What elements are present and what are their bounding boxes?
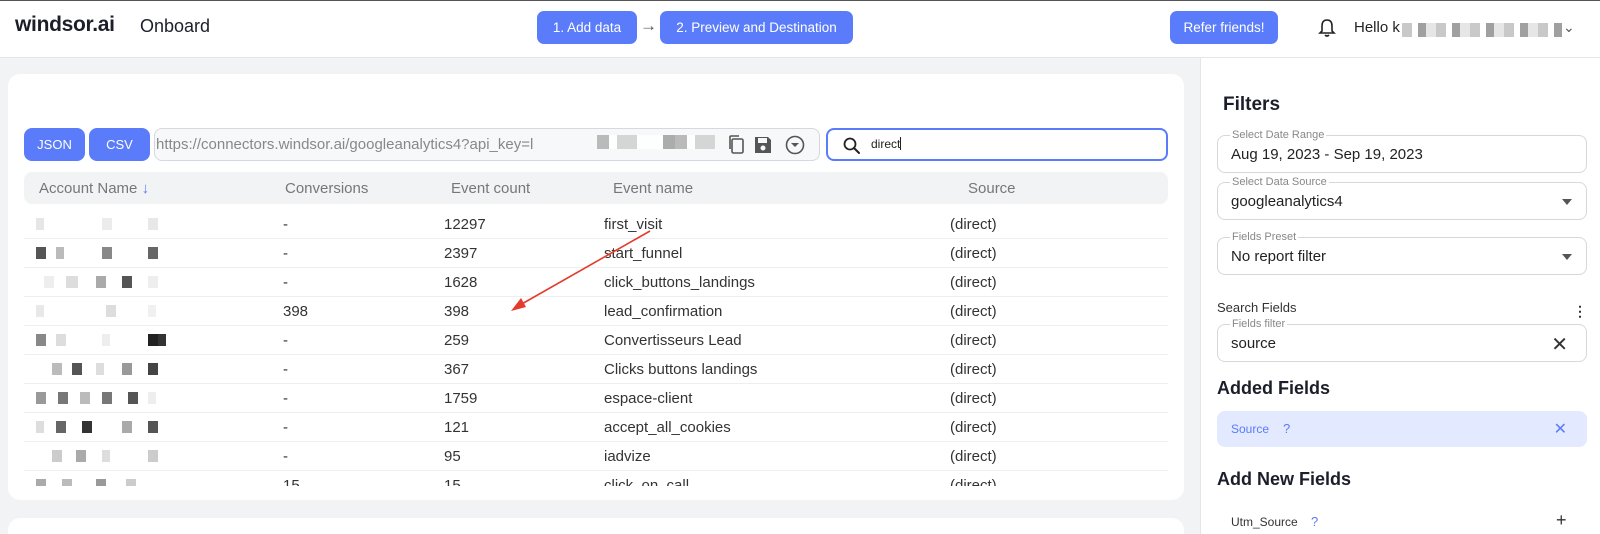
redacted-account-name bbox=[36, 218, 176, 230]
cell-event-count: 95 bbox=[444, 448, 461, 465]
added-fields-title: Added Fields bbox=[1217, 378, 1331, 398]
table-row: - 1759 espace-client (direct) bbox=[24, 384, 1168, 413]
cell-source: (direct) bbox=[950, 245, 997, 262]
cell-event-count: 121 bbox=[444, 419, 470, 436]
redacted-account-name bbox=[36, 450, 176, 462]
cell-event-count: 12297 bbox=[444, 216, 486, 233]
redacted-account-name bbox=[36, 276, 176, 288]
cell-event-name: start_funnel bbox=[604, 245, 683, 262]
cell-event-count: 2397 bbox=[444, 245, 478, 262]
cell-conversions: - bbox=[283, 274, 288, 291]
redacted-account-name bbox=[36, 247, 176, 259]
cell-event-name: click_on_call bbox=[604, 477, 690, 486]
table-row: - 2397 start_funnel (direct) bbox=[24, 239, 1168, 268]
table-row: 15 15 click_on_call (direct) bbox=[24, 471, 1168, 486]
cell-source: (direct) bbox=[950, 419, 997, 436]
redacted-account-name bbox=[36, 363, 176, 375]
cell-conversions: - bbox=[283, 390, 288, 407]
cell-event-count: 1628 bbox=[444, 274, 478, 291]
data-source-select[interactable]: Select Data Source googleanalytics4 bbox=[1217, 176, 1587, 220]
cell-event-name: first_visit bbox=[604, 216, 663, 233]
table-row: - 121 accept_all_cookies (direct) bbox=[24, 413, 1168, 442]
cell-source: (direct) bbox=[950, 332, 997, 349]
dropdown-arrow-icon bbox=[1562, 199, 1572, 205]
help-icon[interactable]: ? bbox=[1311, 514, 1318, 529]
cell-event-name: Convertisseurs Lead bbox=[604, 332, 742, 349]
destination-card bbox=[8, 518, 1184, 534]
data-source-label: Select Data Source bbox=[1230, 176, 1329, 188]
add-new-fields-title: Add New Fields bbox=[1217, 469, 1352, 489]
cell-source: (direct) bbox=[950, 448, 997, 465]
cell-event-count: 15 bbox=[444, 477, 461, 486]
redacted-account-name bbox=[36, 305, 176, 317]
table-row: - 12297 first_visit (direct) bbox=[24, 210, 1168, 239]
cell-conversions: 15 bbox=[283, 477, 300, 486]
cell-event-count: 398 bbox=[444, 303, 470, 320]
cell-event-count: 259 bbox=[444, 332, 470, 349]
cell-conversions: - bbox=[283, 419, 288, 436]
table-row: 398 398 lead_confirmation (direct) bbox=[24, 297, 1168, 326]
cell-event-name: click_buttons_landings bbox=[604, 274, 755, 291]
cell-event-name: iadvize bbox=[604, 448, 651, 465]
fields-preset-value: No report filter bbox=[1231, 248, 1327, 265]
redacted-account-name bbox=[36, 479, 176, 486]
table-row: - 259 Convertisseurs Lead (direct) bbox=[24, 326, 1168, 355]
filters-title: Filters bbox=[1223, 94, 1281, 115]
redacted-account-name bbox=[36, 421, 176, 433]
dropdown-arrow-icon bbox=[1562, 254, 1572, 260]
cell-event-name: accept_all_cookies bbox=[604, 419, 731, 436]
cell-conversions: - bbox=[283, 448, 288, 465]
cell-source: (direct) bbox=[950, 274, 997, 291]
added-field-label: Source bbox=[1231, 422, 1270, 436]
table-row: - 367 Clicks buttons landings (direct) bbox=[24, 355, 1168, 384]
cell-source: (direct) bbox=[950, 390, 997, 407]
cell-event-count: 367 bbox=[444, 361, 470, 378]
cell-event-count: 1759 bbox=[444, 390, 478, 407]
fields-filter-label: Fields filter bbox=[1230, 318, 1288, 330]
table-row: - 95 iadvize (direct) bbox=[24, 442, 1168, 471]
redacted-account-name bbox=[36, 392, 176, 404]
cell-source: (direct) bbox=[950, 477, 997, 486]
help-icon[interactable]: ? bbox=[1283, 421, 1290, 436]
fields-preset-select[interactable]: Fields Preset No report filter bbox=[1217, 231, 1587, 275]
new-field-label: Utm_Source bbox=[1231, 515, 1298, 529]
cell-source: (direct) bbox=[950, 303, 997, 320]
date-range-field[interactable]: Select Date Range Aug 19, 2023 - Sep 19,… bbox=[1217, 129, 1587, 173]
redacted-account-name bbox=[36, 334, 176, 346]
cell-conversions: - bbox=[283, 332, 288, 349]
remove-field-icon[interactable]: ✕ bbox=[1554, 419, 1567, 439]
date-range-label: Select Date Range bbox=[1230, 129, 1327, 141]
cell-event-name: espace-client bbox=[604, 390, 693, 407]
cell-conversions: - bbox=[283, 361, 288, 378]
cell-event-name: Clicks buttons landings bbox=[604, 361, 758, 378]
fields-preset-label: Fields Preset bbox=[1230, 231, 1299, 243]
kebab-menu-icon[interactable]: ⋮ bbox=[1573, 303, 1587, 320]
cell-event-name: lead_confirmation bbox=[604, 303, 723, 320]
data-source-value: googleanalytics4 bbox=[1231, 193, 1343, 210]
cell-conversions: - bbox=[283, 245, 288, 262]
cell-conversions: 398 bbox=[283, 303, 309, 320]
clear-icon[interactable]: ✕ bbox=[1551, 332, 1568, 357]
cell-source: (direct) bbox=[950, 216, 997, 233]
search-fields-label: Search Fields bbox=[1217, 300, 1297, 315]
added-field-chip: Source ? ✕ bbox=[1217, 411, 1587, 447]
cell-source: (direct) bbox=[950, 361, 997, 378]
filters-sidebar: Filters Select Date Range Aug 19, 2023 -… bbox=[1200, 58, 1600, 534]
date-range-value: Aug 19, 2023 - Sep 19, 2023 bbox=[1231, 146, 1423, 163]
add-field-icon[interactable]: + bbox=[1556, 510, 1567, 531]
fields-filter-value: source bbox=[1231, 335, 1277, 352]
table-row: - 1628 click_buttons_landings (direct) bbox=[24, 268, 1168, 297]
cell-conversions: - bbox=[283, 216, 288, 233]
fields-filter-input[interactable]: Fields filter source ✕ bbox=[1217, 318, 1587, 362]
